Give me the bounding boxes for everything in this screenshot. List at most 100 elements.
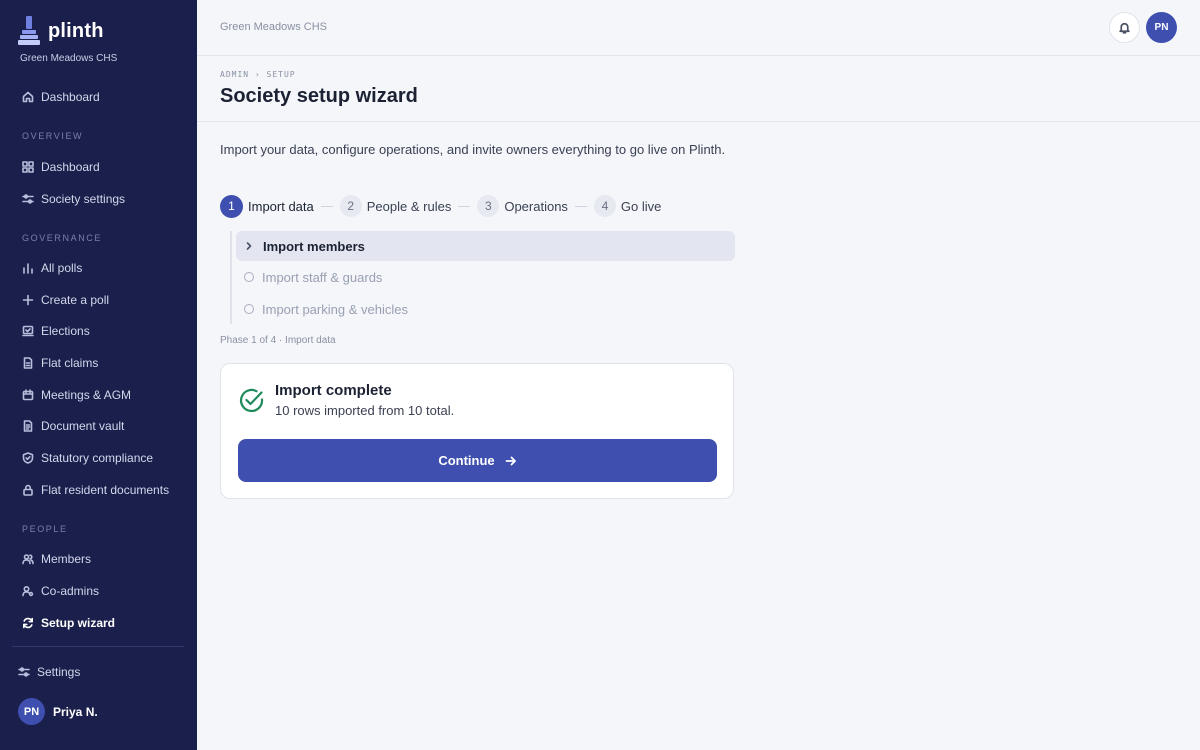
card-subtitle: 10 rows imported from 10 total. [275,403,455,418]
sidebar-item-label: Members [41,552,92,566]
import-result-card: Import complete 10 rows imported from 10… [220,363,734,499]
topbar: Green Meadows CHS PN [197,0,1200,56]
sidebar-item-label: All polls [41,261,83,275]
sidebar-item-document-vault[interactable]: Document vault [22,417,124,435]
shield-icon [22,452,34,464]
refresh-icon [23,617,33,629]
sidebar-item-label: Meetings & AGM [41,388,132,402]
sidebar-item-create-poll[interactable]: Create a poll [22,291,109,309]
section-overview: OVERVIEW [22,131,84,141]
notifications-button[interactable] [1109,12,1140,43]
page-header: ADMIN › SETUP Society setup wizard [197,56,1200,122]
step-number: 3 [477,195,500,217]
sidebar-item-statutory-compliance[interactable]: Statutory compliance [22,449,153,467]
plinth-logo-icon [18,16,40,45]
wizard-stepper: 1 Import data 2 People & rules 3 Operati… [220,194,661,218]
sidebar-item-label: Flat claims [41,356,99,370]
brand[interactable]: plinth [18,16,104,46]
substep-import-members[interactable]: Import members [236,231,735,261]
sidebar-item-label: Society settings [41,192,126,206]
sidebar-item-setup-wizard[interactable]: Setup wizard [22,614,115,632]
sidebar-divider [12,646,184,647]
continue-label: Continue [438,453,495,468]
chevron-right-icon [246,242,252,250]
sidebar-item-meetings[interactable]: Meetings & AGM [22,386,131,404]
lock-icon [23,484,33,496]
avatar: PN [18,698,45,725]
sidebar-item-label: Create a poll [41,293,110,307]
step-number: 1 [220,194,243,218]
substep-import-parking[interactable]: Import parking & vehicles [236,294,735,324]
sidebar-item-label: Settings [37,665,81,679]
sidebar-item-label: Setup wizard [41,616,116,630]
intro-text: Import your data, configure operations, … [220,142,726,157]
step-separator [320,205,333,207]
sidebar-item-society-settings[interactable]: Society settings [22,190,125,208]
step-operations[interactable]: 3 Operations [477,195,568,217]
sidebar-item-label: Statutory compliance [41,451,154,465]
sidebar-item-members[interactable]: Members [22,550,91,568]
sidebar-item-flat-resident-documents[interactable]: Flat resident documents [22,481,169,499]
phase-indicator: Phase 1 of 4 · Import data [220,335,336,346]
calendar-icon [22,389,34,401]
sidebar-item-label: Document vault [41,419,125,433]
step-label: Import data [248,198,314,214]
sidebar-item-label: Dashboard [41,90,100,104]
bell-icon [1119,22,1130,34]
step-separator [458,205,471,207]
grid-icon [22,161,34,173]
sidebar: plinth Green Meadows CHS Dashboard OVERV… [0,0,197,750]
ballot-icon [22,325,34,337]
users-icon [22,554,34,565]
step-label: Operations [504,198,568,214]
sidebar-item-label: Flat resident documents [41,483,170,497]
step-label: People & rules [366,198,452,214]
continue-button[interactable]: Continue [238,439,717,482]
bar-chart-icon [23,263,33,274]
substep-label: Import parking & vehicles [262,301,408,317]
import-substeps: Import members Import staff & guards Imp… [230,231,735,324]
section-governance: GOVERNANCE [22,233,103,243]
topbar-society-name: Green Meadows CHS [220,21,327,33]
step-number: 4 [593,195,616,217]
brand-name: plinth [48,19,104,42]
step-separator [574,205,587,207]
step-import-data[interactable]: 1 Import data [220,194,314,218]
arrow-right-icon [505,456,516,465]
sidebar-item-co-admins[interactable]: Co-admins [22,582,99,600]
society-name: Green Meadows CHS [20,53,118,64]
substep-import-staff[interactable]: Import staff & guards [236,262,735,292]
breadcrumb: ADMIN › SETUP [220,70,296,79]
user-profile[interactable]: PN Priya N. [18,698,98,725]
user-key-icon [22,585,34,597]
home-icon [22,91,34,103]
sidebar-item-dashboard[interactable]: Dashboard [22,158,100,176]
file-icon [23,357,33,369]
step-go-live[interactable]: 4 Go live [593,195,662,217]
sidebar-item-settings[interactable]: Settings [18,663,80,681]
circle-icon [244,272,254,282]
step-label: Go live [620,198,662,214]
substep-label: Import staff & guards [262,269,383,285]
card-title: Import complete [275,382,392,399]
step-people-rules[interactable]: 2 People & rules [339,195,452,217]
profile-avatar-button[interactable]: PN [1146,12,1177,43]
settings-sliders-icon [18,667,30,677]
sliders-icon [22,194,34,204]
document-icon [23,420,33,432]
sidebar-item-all-polls[interactable]: All polls [22,259,82,277]
section-people: PEOPLE [22,524,68,534]
user-name: Priya N. [53,704,98,719]
sidebar-item-dashboard-top[interactable]: Dashboard [22,88,100,106]
check-circle-icon [239,388,264,413]
step-number: 2 [339,195,362,217]
circle-icon [244,304,254,314]
plus-icon [22,294,34,306]
sidebar-item-flat-claims[interactable]: Flat claims [22,354,98,372]
substep-label: Import members [263,238,365,254]
page-title: Society setup wizard [220,85,418,107]
sidebar-item-label: Co-admins [41,584,100,598]
sidebar-item-label: Dashboard [41,160,100,174]
sidebar-item-label: Elections [41,324,90,338]
sidebar-item-elections[interactable]: Elections [22,322,90,340]
